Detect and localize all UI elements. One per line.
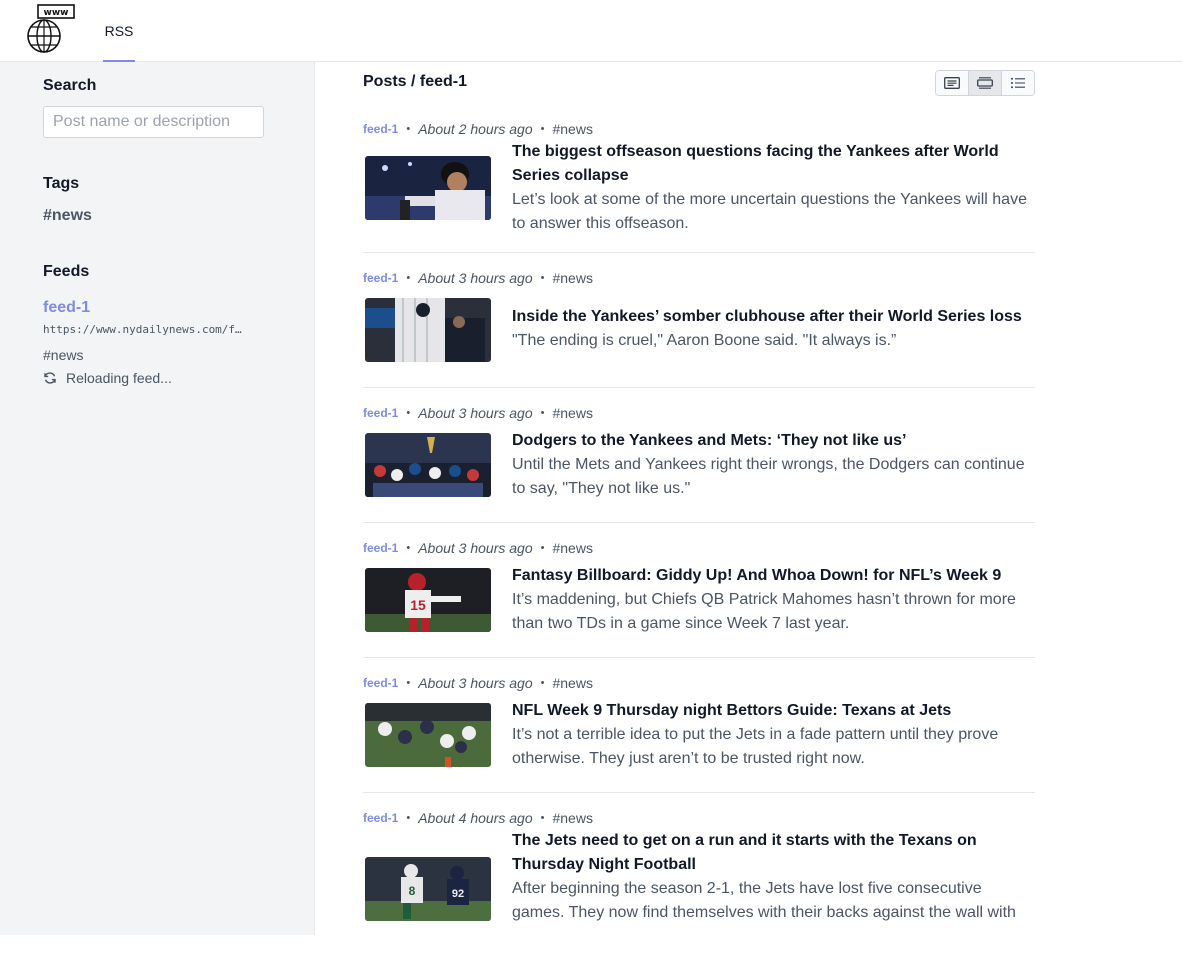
post-source[interactable]: feed-1	[363, 271, 398, 285]
post-tag[interactable]: #news	[552, 540, 592, 556]
svg-text:15: 15	[410, 597, 426, 613]
sidebar: Search Tags #news Feeds feed-1 https://w…	[0, 62, 315, 935]
post-thumbnail[interactable]: 15	[365, 568, 491, 632]
post-source[interactable]: feed-1	[363, 541, 398, 555]
post-thumbnail[interactable]	[365, 156, 491, 220]
text-view-button[interactable]	[936, 71, 969, 95]
post-thumbnail[interactable]: 8 92	[365, 857, 491, 921]
post-text: Fantasy Billboard: Giddy Up! And Whoa Do…	[512, 564, 1032, 636]
feed-status: Reloading feed...	[43, 370, 172, 386]
card-view-button[interactable]	[969, 71, 1002, 95]
post-item[interactable]: feed-1 • About 3 hours ago • #news Insid…	[363, 270, 1035, 388]
post-source[interactable]: feed-1	[363, 406, 398, 420]
post-meta: feed-1 • About 2 hours ago • #news	[363, 121, 593, 137]
post-title[interactable]: Dodgers to the Yankees and Mets: ‘They n…	[512, 429, 1032, 453]
post-time: About 3 hours ago	[418, 675, 533, 691]
tag-news[interactable]: #news	[43, 207, 92, 225]
post-thumbnail[interactable]	[365, 703, 491, 767]
post-description: It’s not a terrible idea to put the Jets…	[512, 726, 999, 767]
tab-rss[interactable]: RSS	[103, 0, 135, 62]
post-item[interactable]: feed-1 • About 3 hours ago • #news Dodge…	[363, 405, 1035, 523]
post-time: About 3 hours ago	[418, 540, 533, 556]
post-tag[interactable]: #news	[552, 121, 592, 137]
search-heading: Search	[43, 77, 97, 94]
svg-text:92: 92	[452, 888, 464, 900]
post-time: About 4 hours ago	[418, 810, 533, 826]
post-description: "The ending is cruel," Aaron Boone said.…	[512, 332, 897, 349]
list-view-button[interactable]	[1002, 71, 1034, 95]
post-title[interactable]: The Jets need to get on a run and it sta…	[512, 829, 1032, 877]
list-view-icon	[1011, 77, 1025, 89]
post-description: It’s maddening, but Chiefs QB Patrick Ma…	[512, 591, 1016, 632]
post-description: Until the Mets and Yankees right their w…	[512, 456, 1025, 497]
post-meta: feed-1 • About 3 hours ago • #news	[363, 540, 593, 556]
post-meta: feed-1 • About 3 hours ago • #news	[363, 675, 593, 691]
post-meta: feed-1 • About 4 hours ago • #news	[363, 810, 593, 826]
globe-www-logo-icon[interactable]: www	[24, 4, 78, 54]
post-thumbnail[interactable]	[365, 298, 491, 362]
post-text: Dodgers to the Yankees and Mets: ‘They n…	[512, 429, 1032, 501]
post-title[interactable]: NFL Week 9 Thursday night Bettors Guide:…	[512, 699, 1032, 723]
post-source[interactable]: feed-1	[363, 676, 398, 690]
post-tag[interactable]: #news	[552, 675, 592, 691]
post-item[interactable]: feed-1 • About 2 hours ago • #news The b…	[363, 121, 1035, 253]
post-description: After beginning the season 2-1, the Jets…	[512, 880, 1016, 921]
post-text: The Jets need to get on a run and it sta…	[512, 829, 1032, 925]
post-tag[interactable]: #news	[552, 810, 592, 826]
post-meta: feed-1 • About 3 hours ago • #news	[363, 405, 593, 421]
feed-status-text: Reloading feed...	[66, 370, 172, 386]
post-source[interactable]: feed-1	[363, 811, 398, 825]
card-view-icon	[977, 77, 993, 89]
text-view-icon	[944, 77, 960, 89]
svg-text:8: 8	[409, 884, 416, 898]
post-description: Let’s look at some of the more uncertain…	[512, 191, 1027, 232]
feed-tag[interactable]: #news	[43, 347, 83, 363]
reload-icon	[44, 372, 56, 384]
tags-heading: Tags	[43, 175, 80, 192]
tab-rss-label: RSS	[104, 22, 134, 39]
post-meta: feed-1 • About 3 hours ago • #news	[363, 270, 593, 286]
page-title: Posts / feed-1	[363, 73, 468, 90]
post-thumbnail[interactable]	[365, 433, 491, 497]
post-item[interactable]: feed-1 • About 3 hours ago • #news 15 Fa…	[363, 540, 1035, 658]
svg-text:www: www	[44, 8, 69, 18]
post-text: Inside the Yankees’ somber clubhouse aft…	[512, 305, 1032, 353]
view-mode-toggle	[935, 70, 1035, 96]
post-title[interactable]: The biggest offseason questions facing t…	[512, 140, 1032, 188]
feed-url: https://www.nydailynews.com/f…	[43, 323, 242, 336]
post-time: About 3 hours ago	[418, 270, 533, 286]
feeds-heading: Feeds	[43, 263, 90, 280]
post-title[interactable]: Inside the Yankees’ somber clubhouse aft…	[512, 305, 1032, 329]
post-item[interactable]: feed-1 • About 3 hours ago • #news NFL W…	[363, 675, 1035, 793]
post-text: NFL Week 9 Thursday night Bettors Guide:…	[512, 699, 1032, 771]
search-input[interactable]	[43, 106, 264, 138]
post-source[interactable]: feed-1	[363, 122, 398, 136]
feed-link[interactable]: feed-1	[43, 299, 90, 317]
post-time: About 2 hours ago	[418, 121, 533, 137]
post-time: About 3 hours ago	[418, 405, 533, 421]
top-bar: www RSS	[0, 0, 1182, 62]
post-tag[interactable]: #news	[552, 405, 592, 421]
post-title[interactable]: Fantasy Billboard: Giddy Up! And Whoa Do…	[512, 564, 1032, 588]
post-tag[interactable]: #news	[552, 270, 592, 286]
post-text: The biggest offseason questions facing t…	[512, 140, 1032, 236]
post-item[interactable]: feed-1 • About 4 hours ago • #news 8 92 …	[363, 810, 1035, 960]
